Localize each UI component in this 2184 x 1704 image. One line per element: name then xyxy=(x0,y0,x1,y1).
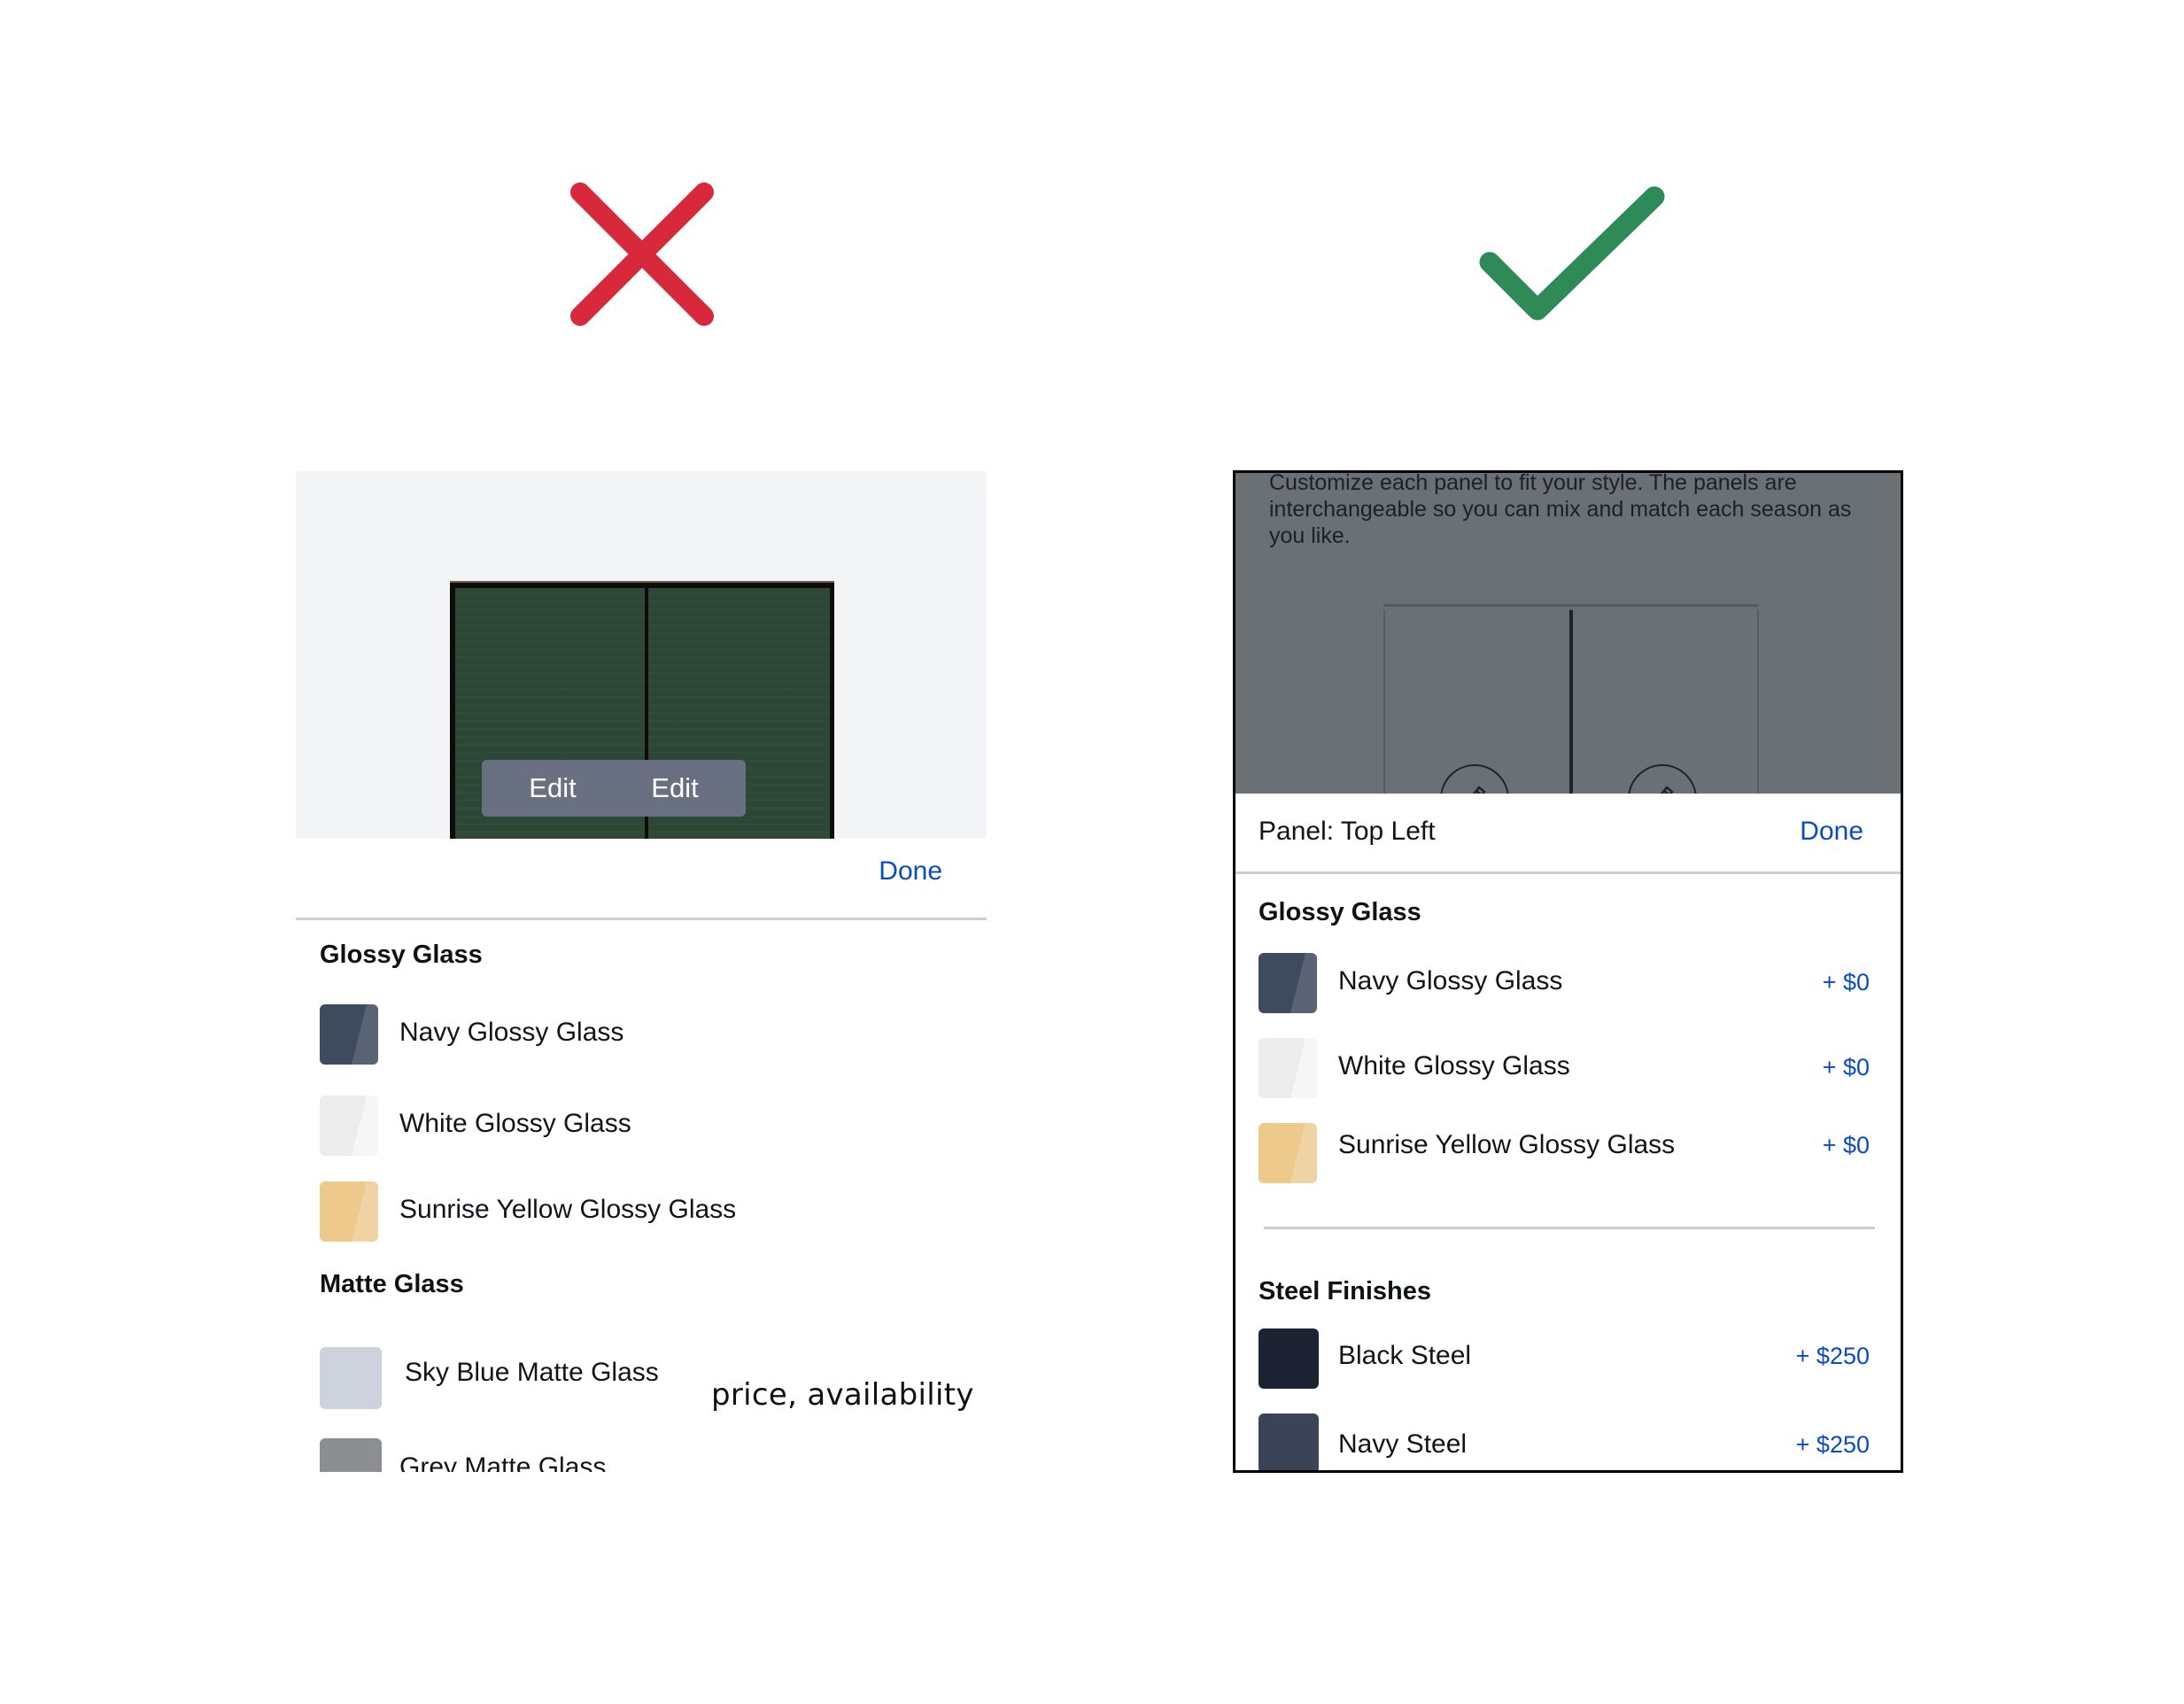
swatch-sunrise-yellow-glossy xyxy=(320,1181,378,1242)
done-button[interactable]: Done xyxy=(879,856,942,887)
option-white-glossy-glass[interactable]: White Glossy Glass xyxy=(320,1096,851,1156)
option-sunrise-yellow-glossy-glass[interactable]: Sunrise Yellow Glossy Glass + $0 xyxy=(1259,1123,1870,1183)
edit-left-panel-button[interactable]: Edit xyxy=(482,760,623,817)
option-price: + $0 xyxy=(1822,1054,1870,1080)
option-price: + $0 xyxy=(1822,1132,1870,1158)
option-label: Navy Steel xyxy=(1338,1429,1468,1459)
swatch-sunrise-yellow-glossy xyxy=(1259,1123,1317,1183)
door-panel-frame: Edit Edit xyxy=(450,581,834,839)
panel-divider xyxy=(1569,610,1573,794)
good-example-mockup: Customize each panel to fit your style. … xyxy=(1233,470,1903,1473)
swatch-white-glossy xyxy=(320,1096,378,1156)
sheet-header: Panel: Top Left Done xyxy=(1235,794,1901,874)
done-button[interactable]: Done xyxy=(1800,817,1863,847)
option-navy-glossy-glass[interactable]: Navy Glossy Glass + $0 xyxy=(1259,953,1870,1013)
option-label: Sunrise Yellow Glossy Glass xyxy=(399,1195,737,1224)
section-title-glossy-glass: Glossy Glass xyxy=(1259,898,1421,926)
sheet-header: Done xyxy=(296,839,987,920)
bad-example-mockup: Edit Edit Done Glossy Glass Navy Glossy … xyxy=(296,471,987,1472)
section-title-glossy-glass: Glossy Glass xyxy=(320,941,483,969)
description-text: Customize each panel to fit your style. … xyxy=(1269,473,1852,548)
option-label: Navy Glossy Glass xyxy=(399,1018,624,1047)
section-title-steel-finishes: Steel Finishes xyxy=(1259,1277,1432,1305)
option-label: Sky Blue Matte Glass xyxy=(405,1358,659,1387)
section-divider xyxy=(1264,1227,1875,1229)
swatch-navy-glossy xyxy=(1259,953,1317,1013)
swatch-navy-glossy xyxy=(320,1004,378,1065)
dimmed-background[interactable]: Customize each panel to fit your style. … xyxy=(1235,473,1901,794)
panel-preview: Edit Edit xyxy=(296,471,987,839)
option-navy-glossy-glass[interactable]: Navy Glossy Glass xyxy=(320,1004,851,1065)
option-label: Sunrise Yellow Glossy Glass xyxy=(1338,1130,1676,1159)
option-sunrise-yellow-glossy-glass[interactable]: Sunrise Yellow Glossy Glass xyxy=(320,1181,851,1242)
section-title-matte-glass: Matte Glass xyxy=(320,1270,464,1298)
swatch-black-steel xyxy=(1259,1328,1319,1389)
option-navy-steel[interactable]: Navy Steel + $250 xyxy=(1259,1414,1870,1470)
option-grey-matte-glass[interactable]: Grey Matte Glass xyxy=(320,1438,851,1472)
option-price: + $250 xyxy=(1795,1343,1870,1369)
option-label: Grey Matte Glass xyxy=(399,1452,607,1472)
checkmark-icon xyxy=(1477,186,1667,329)
option-label: White Glossy Glass xyxy=(399,1109,631,1138)
option-black-steel[interactable]: Black Steel + $250 xyxy=(1259,1328,1870,1389)
option-label: White Glossy Glass xyxy=(1338,1051,1570,1080)
swatch-grey-matte xyxy=(320,1438,382,1472)
option-white-glossy-glass[interactable]: White Glossy Glass + $0 xyxy=(1259,1038,1870,1098)
swatch-sky-blue-matte xyxy=(320,1347,382,1409)
swatch-navy-steel xyxy=(1259,1414,1319,1470)
door-panel-outline xyxy=(1383,604,1759,794)
option-label: Black Steel xyxy=(1338,1341,1472,1370)
sheet-title: Panel: Top Left xyxy=(1259,817,1436,846)
option-price: + $250 xyxy=(1795,1431,1870,1458)
option-label: Navy Glossy Glass xyxy=(1338,966,1563,995)
x-mark-icon xyxy=(569,182,715,327)
option-price: + $0 xyxy=(1822,969,1870,995)
missing-info-annotation: price, availability xyxy=(711,1377,974,1413)
swatch-white-glossy xyxy=(1259,1038,1317,1098)
edit-right-panel-button[interactable]: Edit xyxy=(604,760,746,817)
